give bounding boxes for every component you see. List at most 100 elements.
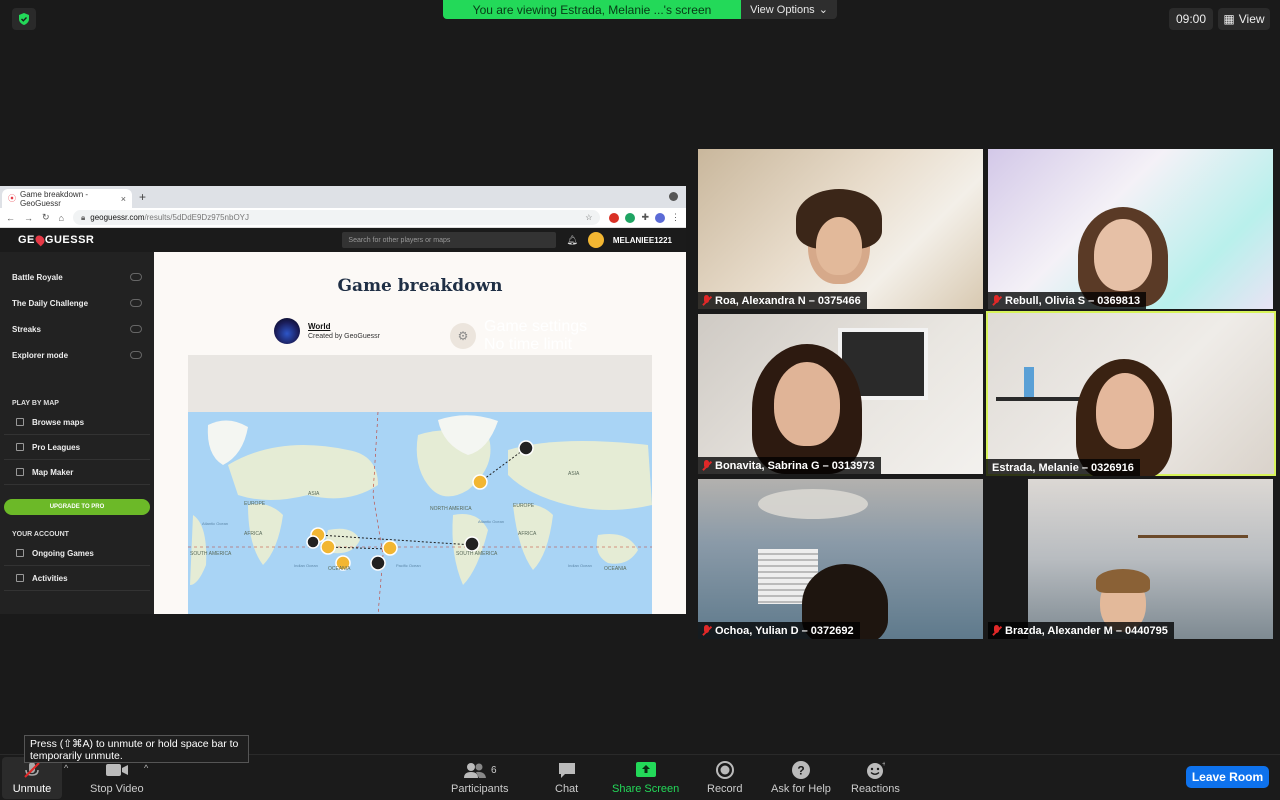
user-avatar[interactable]: [587, 232, 604, 248]
mode-explorer[interactable]: Explorer mode: [0, 342, 154, 368]
participants-icon: 6: [463, 759, 497, 781]
viewing-screen-text: You are viewing Estrada, Melanie ...'s s…: [443, 0, 741, 19]
audio-options-chevron-icon[interactable]: ^: [64, 763, 68, 773]
url-input[interactable]: 🔒︎ geoguessr.com/results/5dDdE9Dz975nbOY…: [72, 210, 601, 225]
game-settings-value: No time limit: [484, 336, 573, 353]
forward-icon[interactable]: →: [24, 213, 33, 223]
bell-icon[interactable]: 🔔︎: [566, 235, 577, 246]
extension-red-icon[interactable]: [609, 212, 620, 223]
gear-icon: [16, 549, 24, 557]
participant-tile[interactable]: Roa, Alexandra N – 0375466: [698, 149, 983, 309]
reload-icon[interactable]: ↻: [42, 212, 50, 223]
record-label: Record: [707, 783, 743, 795]
location-marker: [518, 440, 534, 456]
profile-icon[interactable]: [655, 212, 665, 223]
svg-text:?: ?: [797, 764, 804, 778]
screen-share-banner: You are viewing Estrada, Melanie ...'s s…: [443, 0, 837, 19]
muted-mic-icon: [702, 625, 711, 636]
svg-text:Indian Ocean: Indian Ocean: [568, 563, 592, 568]
geoguessr-sidebar: Battle Royale The Daily Challenge Streak…: [0, 252, 154, 614]
browser-menu-icon[interactable]: [669, 192, 678, 201]
upgrade-to-pro-button[interactable]: UPGRADE TO PRO: [4, 499, 150, 515]
leave-room-button[interactable]: Leave Room: [1186, 766, 1269, 788]
geoguessr-body: Battle Royale The Daily Challenge Streak…: [0, 252, 686, 614]
browse-maps-link[interactable]: Browse maps: [4, 410, 150, 435]
new-tab-icon[interactable]: +: [139, 190, 146, 204]
location-marker: [306, 535, 320, 549]
player-search-input[interactable]: Search for other players or maps: [342, 232, 557, 248]
participant-tile-active-speaker[interactable]: Estrada, Melanie – 0326916: [986, 311, 1276, 476]
user-icon: [16, 468, 24, 476]
muted-mic-icon: [702, 460, 711, 471]
muted-mic-icon: [992, 625, 1001, 636]
participant-name-label: Roa, Alexandra N – 0375466: [698, 292, 867, 309]
chat-label: Chat: [555, 783, 579, 795]
participant-name-label: Bonavita, Sabrina G – 0313973: [698, 457, 881, 474]
mode-battle-royale[interactable]: Battle Royale: [0, 264, 154, 290]
participant-name-label: Rebull, Olivia S – 0369813: [988, 292, 1147, 309]
svg-text:Atlantic Ocean: Atlantic Ocean: [202, 521, 228, 526]
chat-button[interactable]: Chat: [555, 759, 578, 795]
more-icon[interactable]: ⋮: [671, 212, 680, 223]
home-icon[interactable]: ⌂: [59, 213, 64, 223]
reactions-label: Reactions: [851, 783, 900, 795]
reactions-button[interactable]: + Reactions: [851, 759, 900, 795]
username[interactable]: MELANIEE1221: [613, 236, 672, 245]
guess-marker: [382, 540, 398, 556]
participants-count: 6: [490, 764, 497, 776]
muted-mic-icon: [992, 295, 1001, 306]
map-name-link[interactable]: World: [308, 322, 380, 331]
location-marker: [464, 536, 480, 552]
participant-tile[interactable]: Ochoa, Yulian D – 0372692: [698, 479, 983, 639]
geoguessr-favicon-icon: ⦿: [8, 194, 16, 203]
game-settings-info: ⚙ Game settings No time limit: [450, 318, 587, 354]
share-screen-button[interactable]: Share Screen: [612, 759, 679, 795]
mode-streaks[interactable]: Streaks: [0, 316, 154, 342]
video-options-chevron-icon[interactable]: ^: [144, 763, 148, 773]
participants-button[interactable]: 6 Participants: [451, 759, 508, 795]
participant-tile[interactable]: Rebull, Olivia S – 0369813: [988, 149, 1273, 309]
participants-label: Participants: [451, 783, 509, 795]
participant-tile[interactable]: Bonavita, Sabrina G – 0313973: [698, 314, 983, 474]
extensions-puzzle-icon[interactable]: ✚: [641, 212, 649, 223]
unmute-tooltip: Press (⇧⌘A) to unmute or hold space bar …: [24, 735, 249, 763]
chat-bubble-icon: [557, 759, 577, 781]
browser-tab[interactable]: ⦿ Game breakdown - GeoGuessr ×: [2, 189, 132, 208]
help-question-icon: ?: [791, 759, 811, 781]
stop-video-button[interactable]: Stop Video: [90, 759, 144, 795]
game-breakdown-panel: Game breakdown World Created by GeoGuess…: [154, 252, 686, 614]
results-map[interactable]: ASIA EUROPE AFRICA NORTH AMERICA SOUTH A…: [188, 355, 652, 614]
unmute-button[interactable]: Unmute: [2, 757, 62, 799]
view-button[interactable]: ▦ View: [1218, 8, 1270, 30]
ongoing-games-link[interactable]: Ongoing Games: [4, 541, 150, 566]
participant-tile[interactable]: Brazda, Alexander M – 0440795: [988, 479, 1273, 639]
map-maker-link[interactable]: Map Maker: [4, 460, 150, 485]
location-marker: [370, 555, 386, 571]
geoguessr-header: GE GUESSR Search for other players or map…: [0, 228, 686, 252]
geoguessr-logo[interactable]: GE GUESSR: [18, 233, 94, 247]
url-path: /results/5dDdE9Dz975nbOYJ: [144, 213, 250, 222]
guess-marker: [472, 474, 488, 490]
shared-screen[interactable]: ⦿ Game breakdown - GeoGuessr × + ← → ↻ ⌂…: [0, 186, 686, 614]
ask-for-help-label: Ask for Help: [771, 783, 831, 795]
your-account-heading: YOUR ACCOUNT: [12, 530, 69, 538]
svg-text:Pacific Ocean: Pacific Ocean: [396, 563, 421, 568]
bookmark-star-icon[interactable]: ☆: [585, 213, 592, 222]
ask-for-help-button[interactable]: ? Ask for Help: [771, 759, 831, 795]
activities-link[interactable]: Activities: [4, 566, 150, 591]
view-options-button[interactable]: View Options ⌄: [741, 0, 837, 19]
view-options-label: View Options: [750, 3, 815, 16]
security-shield-icon[interactable]: [12, 8, 36, 30]
toggle-icon: [130, 351, 142, 359]
close-tab-icon[interactable]: ×: [121, 194, 126, 204]
pro-leagues-link[interactable]: Pro Leagues: [4, 435, 150, 460]
mode-daily-challenge[interactable]: The Daily Challenge: [0, 290, 154, 316]
svg-text:OCEANIA: OCEANIA: [328, 566, 351, 572]
record-button[interactable]: Record: [707, 759, 742, 795]
svg-text:AFRICA: AFRICA: [518, 531, 537, 537]
participant-name-label: Estrada, Melanie – 0326916: [986, 459, 1140, 476]
extension-green-icon[interactable]: [625, 212, 636, 223]
gear-icon: ⚙: [450, 323, 476, 349]
back-icon[interactable]: ←: [6, 213, 15, 223]
zoom-window: You are viewing Estrada, Melanie ...'s s…: [0, 0, 1280, 800]
